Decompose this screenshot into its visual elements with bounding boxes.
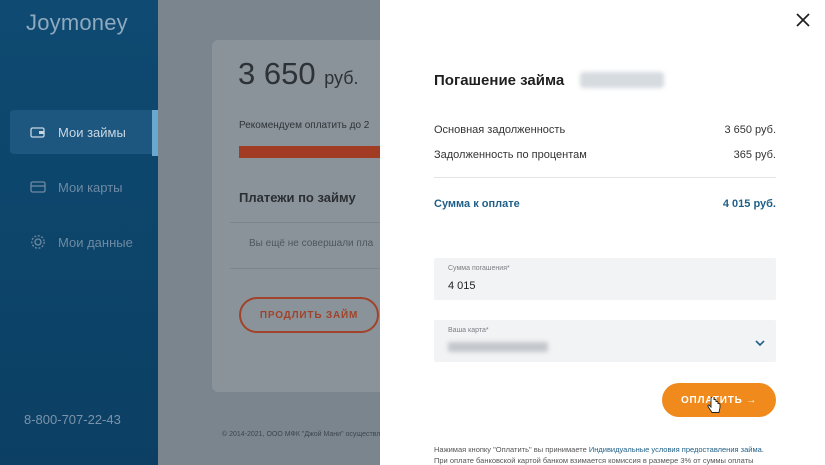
total-label: Сумма к оплате	[434, 198, 520, 210]
divider	[230, 268, 388, 269]
divider	[434, 177, 776, 178]
gear-icon	[30, 234, 46, 250]
loan-number-redacted	[580, 72, 664, 88]
payment-amount-input[interactable]: 4 015	[448, 280, 476, 292]
row-label: Основная задолженность	[434, 124, 566, 136]
copyright: © 2014-2021, ООО МФК "Джой Мани" осущест…	[222, 431, 404, 438]
loan-progress-bar	[239, 146, 388, 158]
sidebar-item-my-data[interactable]: Мои данные	[10, 220, 158, 264]
loan-card	[212, 40, 388, 392]
hand-cursor-icon	[707, 395, 721, 415]
total-row: Сумма к оплате 4 015 руб.	[434, 198, 776, 210]
card-select[interactable]: Ваша карта*	[434, 320, 776, 362]
row-value: 365 руб.	[733, 149, 776, 161]
sidebar-item-my-cards[interactable]: Мои карты	[10, 165, 158, 209]
logo: Joymoney	[26, 10, 128, 35]
loan-terms-link[interactable]: Индивидуальные условия предоставления за…	[589, 445, 764, 454]
sidebar: Joymoney Мои займы Мои карты Мои данные …	[0, 0, 158, 465]
loan-amount: 3 650 руб.	[238, 56, 359, 91]
row-label: Задолженность по процентам	[434, 149, 587, 161]
interest-row: Задолженность по процентам 365 руб.	[434, 149, 776, 161]
recommend-text: Рекомендуем оплатить до 2	[239, 120, 370, 131]
card-icon	[30, 179, 46, 195]
sidebar-item-label: Мои данные	[58, 234, 133, 250]
sidebar-item-label: Мои карты	[58, 179, 123, 195]
field-label: Ваша карта*	[448, 327, 489, 334]
field-label: Сумма погашения*	[448, 265, 510, 272]
card-number-redacted	[448, 342, 548, 352]
wallet-icon	[30, 124, 46, 140]
sidebar-item-label: Мои займы	[58, 124, 126, 140]
divider	[230, 222, 388, 223]
extend-loan-button[interactable]: ПРОДЛИТЬ ЗАЙМ	[239, 297, 379, 333]
chevron-down-icon[interactable]	[754, 336, 766, 348]
sidebar-item-my-loans[interactable]: Мои займы	[10, 110, 158, 154]
total-value: 4 015 руб.	[722, 198, 776, 210]
payment-amount-field[interactable]: Сумма погашения* 4 015	[434, 258, 776, 300]
close-icon[interactable]	[791, 8, 815, 32]
payment-note: Нажимая кнопку "Оплатить" вы принимаете …	[434, 445, 764, 465]
row-value: 3 650 руб.	[724, 124, 776, 136]
support-phone[interactable]: 8-800-707-22-43	[24, 412, 121, 427]
no-payments-text: Вы ещё не совершали пла	[249, 238, 374, 249]
payments-title: Платежи по займу	[239, 190, 356, 205]
principal-row: Основная задолженность 3 650 руб.	[434, 124, 776, 136]
modal-title: Погашение займа	[434, 72, 565, 89]
